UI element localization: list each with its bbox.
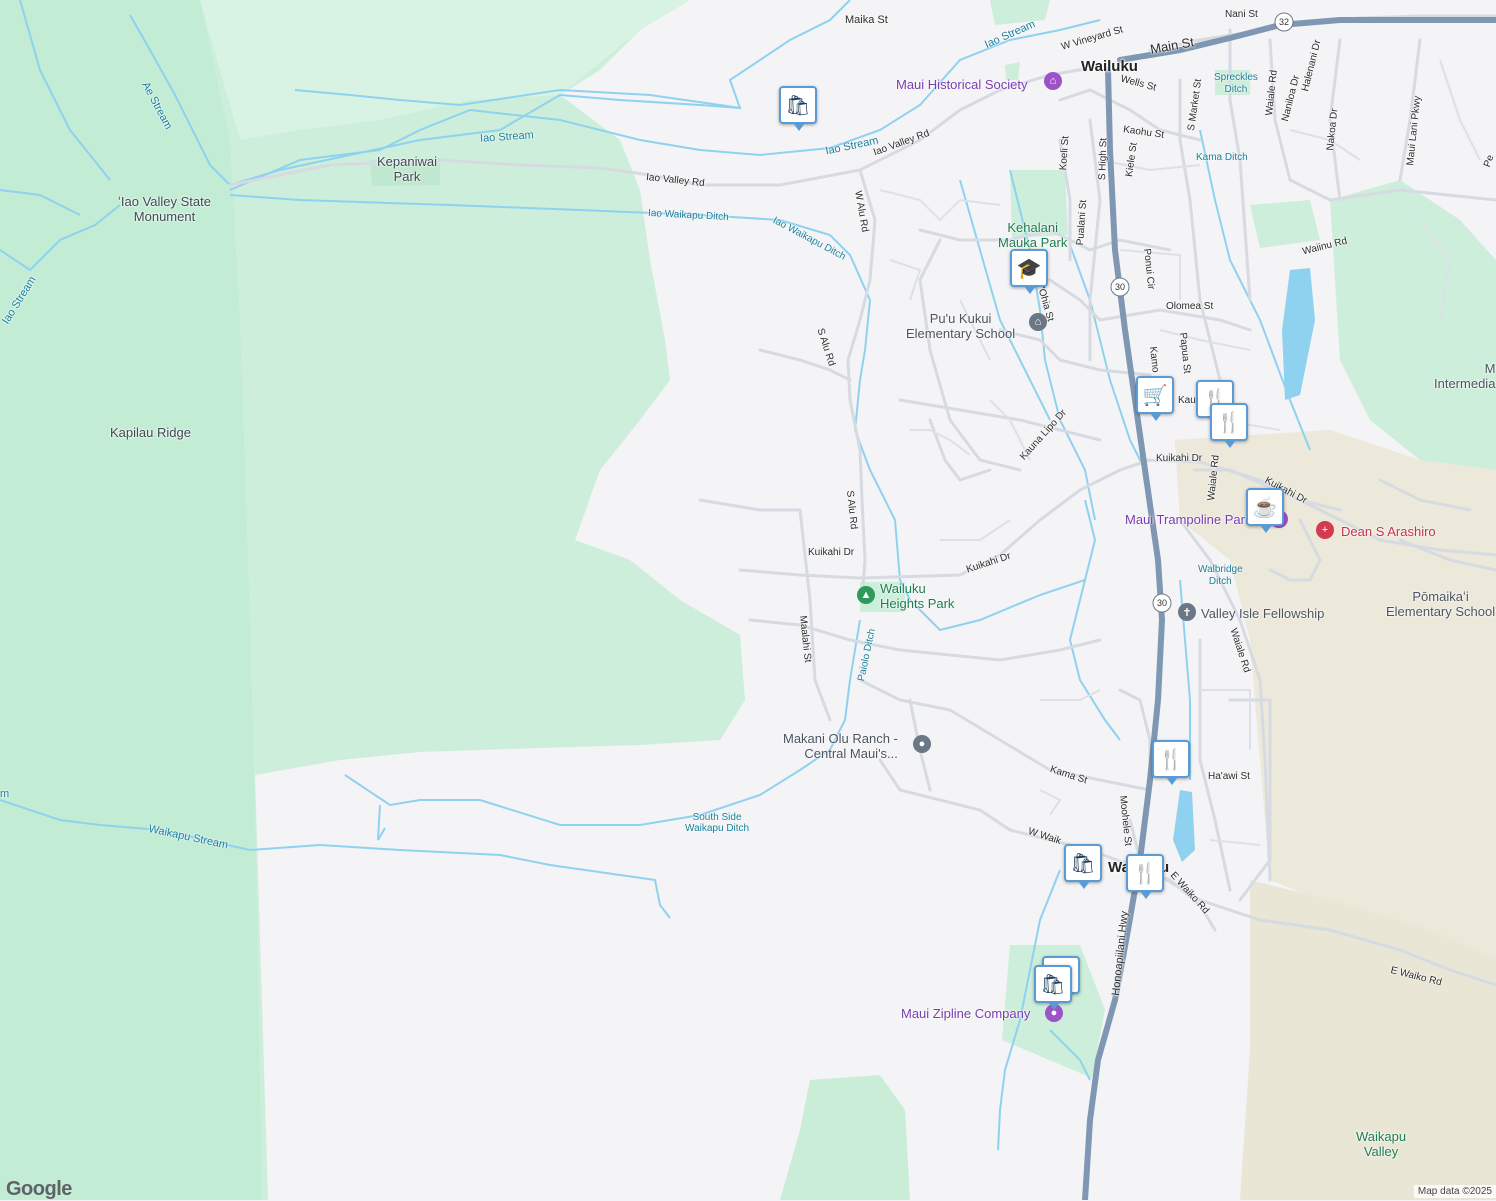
- maui-zipline-label[interactable]: Maui Zipline Company: [901, 1006, 1030, 1021]
- walbridge-ditch-label: Walbridge Ditch: [1198, 564, 1243, 587]
- restaurant-icon-3[interactable]: 🍴: [1152, 740, 1190, 785]
- kapilau-ridge-label: Kapilau Ridge: [110, 425, 191, 440]
- stream-edge-label: m: [0, 788, 10, 800]
- kehalani-mauka-park-label: Kehalani Mauka Park: [998, 220, 1068, 250]
- valley-isle-fellowship-label[interactable]: Valley Isle Fellowship: [1201, 606, 1324, 621]
- map-attribution[interactable]: Map data ©2025: [1413, 1185, 1496, 1198]
- dean-arashiro-label[interactable]: Dean S Arashiro: [1341, 524, 1436, 539]
- nani-st-label: Nani St: [1225, 9, 1258, 20]
- maui-trampoline-park-label[interactable]: Maui Trampoline Park: [1125, 512, 1251, 527]
- south-side-ditch-label: South Side Waikapu Ditch: [685, 812, 750, 834]
- route-shield-30-south: 30: [1152, 593, 1172, 613]
- shopping-cart-icon[interactable]: 🛒: [1136, 376, 1174, 421]
- ranch-icon[interactable]: ●: [913, 735, 931, 753]
- maika-st-label: Maika St: [845, 14, 888, 26]
- waiinu-park-area: [1250, 200, 1320, 248]
- park-tree-icon[interactable]: ▲: [857, 586, 875, 604]
- svg-text:30: 30: [1115, 282, 1125, 292]
- route-shield-30-north: 30: [1110, 277, 1130, 297]
- town-wailuku-label: Wailuku: [1081, 58, 1138, 75]
- google-logo[interactable]: Google: [6, 1178, 72, 1201]
- svg-text:32: 32: [1279, 17, 1289, 27]
- shopping-bag-icon-2[interactable]: 🛍: [1064, 844, 1102, 889]
- s-high-st-label: S High St: [1097, 137, 1110, 181]
- iao-valley-monument-label: ʻIao Valley State Monument: [118, 194, 211, 224]
- olomea-st-label: Olomea St: [1166, 301, 1214, 312]
- shopping-bag-icon-4[interactable]: 🛍: [1034, 965, 1072, 1010]
- church-icon[interactable]: ✝: [1178, 603, 1196, 621]
- coffee-icon[interactable]: ☕: [1246, 488, 1284, 533]
- spreckles-ditch-label: Spreckles Ditch: [1214, 72, 1258, 95]
- medical-icon[interactable]: +: [1316, 521, 1334, 539]
- route-shield-32: 32: [1274, 12, 1294, 32]
- restaurant-icon-4[interactable]: 🍴: [1126, 854, 1164, 899]
- puu-kukui-school-label: Pu'u Kukui Elementary School: [906, 311, 1016, 341]
- kau-label: Kau: [1178, 395, 1196, 406]
- school-icon[interactable]: ⌂: [1029, 313, 1047, 331]
- maui-historical-society-label[interactable]: Maui Historical Society: [896, 77, 1028, 92]
- waikapu-valley-label: Waikapu Valley: [1356, 1129, 1407, 1159]
- kuikahi-dr-label-3: Kuikahi Dr: [1156, 453, 1203, 464]
- intermediate-school-label: M Intermedia: [1434, 361, 1496, 391]
- kama-ditch-label: Kama Ditch: [1196, 152, 1248, 163]
- restaurant-icon-2[interactable]: 🍴: [1210, 403, 1248, 448]
- haawi-st-label: Ha'awi St: [1208, 771, 1250, 782]
- map-canvas[interactable]: 32 30 30: [0, 0, 1496, 1200]
- pomaikai-school-label: Pōmaikaʻi Elementary School: [1386, 589, 1496, 619]
- shopping-bag-icon[interactable]: 🛍: [779, 86, 817, 131]
- wailuku-heights-park-label: Wailuku Heights Park: [880, 581, 955, 611]
- kuikahi-dr-label-1: Kuikahi Dr: [808, 547, 855, 558]
- svg-text:30: 30: [1157, 598, 1167, 608]
- ridge-darker-band: [0, 0, 262, 1200]
- makani-olu-ranch-label[interactable]: Makani Olu Ranch - Central Maui's...: [783, 731, 898, 761]
- museum-icon[interactable]: ⌂: [1044, 72, 1062, 90]
- graduation-cap-icon[interactable]: 🎓: [1010, 249, 1048, 294]
- kepaniwai-park-label: Kepaniwai Park: [377, 154, 437, 184]
